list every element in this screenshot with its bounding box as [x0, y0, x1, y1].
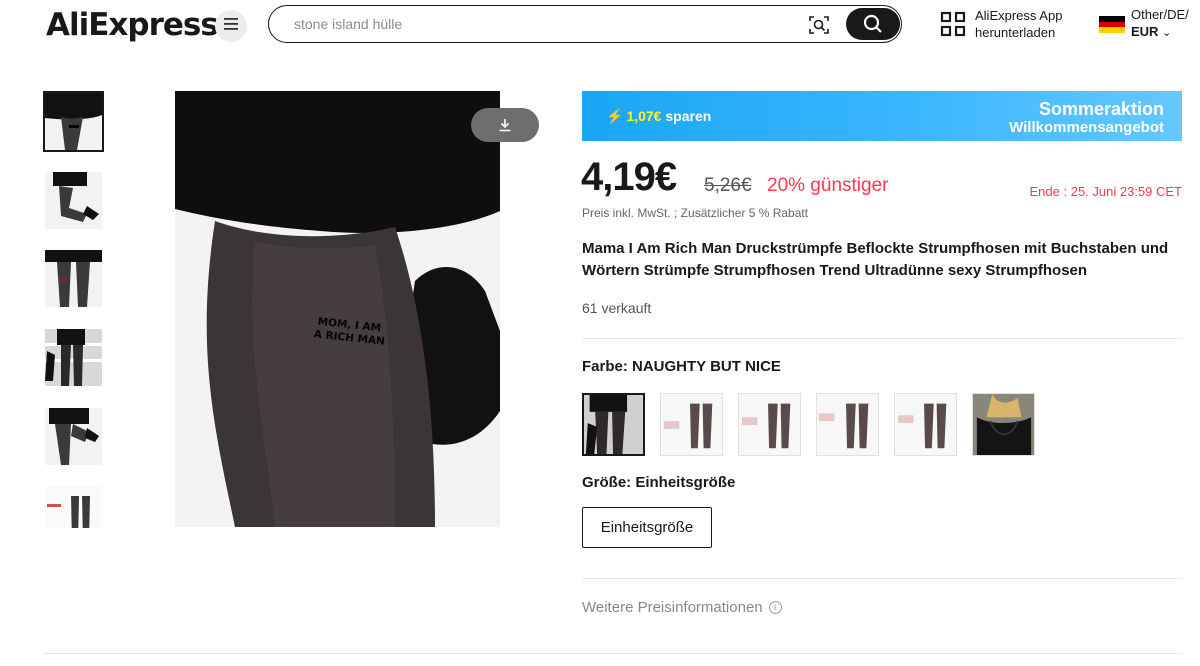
download-icon — [499, 119, 511, 132]
locale-selector[interactable]: Other/DE/ EUR ⌄ — [1099, 6, 1200, 42]
locale-region: Other/DE/ — [1131, 7, 1189, 22]
color-swatch-5[interactable] — [894, 393, 957, 456]
divider — [43, 653, 1182, 654]
thumbnail-image — [45, 486, 102, 528]
color-swatch-6[interactable] — [972, 393, 1035, 456]
divider — [582, 578, 1182, 579]
search-input[interactable] — [294, 14, 774, 34]
color-swatch-2[interactable] — [660, 393, 723, 456]
product-photo: MOM, I AM A RICH MAN — [175, 91, 500, 527]
thumbnail-5[interactable] — [43, 406, 104, 467]
promo-subtitle: Willkommensangebot — [1009, 119, 1164, 136]
color-label: Farbe: NAUGHTY BUT NICE — [582, 358, 781, 375]
thumbnail-image — [45, 329, 102, 386]
save-amount-text: ⚡ 1,07€ sparen — [606, 108, 712, 124]
germany-flag-icon — [1099, 16, 1125, 33]
main-product-image[interactable]: MOM, I AM A RICH MAN — [175, 91, 500, 527]
thumbnail-image — [45, 408, 102, 465]
color-swatch-3[interactable] — [738, 393, 801, 456]
qr-code-icon — [940, 11, 966, 37]
swatch-image — [817, 394, 878, 455]
app-download-line1: AliExpress App — [975, 8, 1063, 23]
chevron-down-icon: ⌄ — [1162, 27, 1172, 39]
tax-note: Preis inkl. MwSt. ; Zusätzlicher 5 % Rab… — [582, 206, 809, 220]
app-download-link[interactable]: AliExpress App herunterladen — [940, 8, 1090, 42]
more-price-info-link[interactable]: Weitere Preisinformationen i — [582, 599, 782, 616]
thumbnail-image — [45, 93, 102, 150]
old-price: 5,26€ — [704, 175, 752, 196]
thumbnail-strip — [43, 91, 105, 528]
promo-title: Sommeraktion — [1038, 99, 1164, 119]
size-option-button[interactable]: Einheitsgröße — [582, 507, 712, 548]
app-download-line2: herunterladen — [975, 25, 1056, 40]
color-swatch-4[interactable] — [816, 393, 879, 456]
search-bar — [268, 5, 902, 43]
sold-count: 61 verkauft — [582, 300, 652, 316]
camera-search-icon — [809, 16, 829, 34]
swatch-image — [739, 394, 800, 455]
discount-text: 20% günstiger — [767, 175, 889, 196]
lightning-icon: ⚡ — [606, 108, 624, 124]
promo-banner[interactable]: ⚡ 1,07€ sparen Sommeraktion Willkommensan… — [582, 91, 1182, 141]
thumbnail-image — [45, 172, 102, 229]
image-search-button[interactable] — [807, 13, 831, 37]
more-price-info-text: Weitere Preisinformationen — [582, 599, 763, 616]
thumbnail-3[interactable] — [43, 248, 104, 309]
top-header: AliExpress AliExpress App herunterladen — [0, 0, 1200, 56]
offer-end-time: Ende : 25. Juni 23:59 CET — [1029, 184, 1182, 199]
search-button[interactable] — [846, 8, 900, 40]
aliexpress-logo[interactable]: AliExpress — [46, 7, 219, 43]
locale-currency: EUR ⌄ — [1131, 24, 1172, 39]
thumbnail-4[interactable] — [43, 327, 104, 388]
thumbnail-6[interactable] — [43, 484, 104, 528]
thumbnail-image — [45, 250, 102, 307]
swatch-image — [661, 394, 722, 455]
swatch-image — [895, 394, 956, 455]
product-title: Mama I Am Rich Man Druckstrümpfe Beflock… — [582, 240, 1169, 279]
search-icon — [863, 14, 882, 33]
size-label: Größe: Einheitsgröße — [582, 474, 736, 491]
hamburger-icon — [224, 17, 238, 35]
swatch-image — [584, 395, 643, 454]
download-image-button[interactable] — [471, 108, 539, 142]
color-swatch-1[interactable] — [582, 393, 645, 456]
current-price: 4,19€ — [581, 155, 677, 199]
swatch-image — [973, 394, 1034, 455]
thumbnail-2[interactable] — [43, 170, 104, 231]
info-icon: i — [768, 601, 782, 614]
thumbnail-1[interactable] — [43, 91, 104, 152]
menu-button[interactable] — [215, 10, 247, 42]
divider — [582, 338, 1182, 339]
logo-text: AliExpress — [46, 7, 219, 43]
